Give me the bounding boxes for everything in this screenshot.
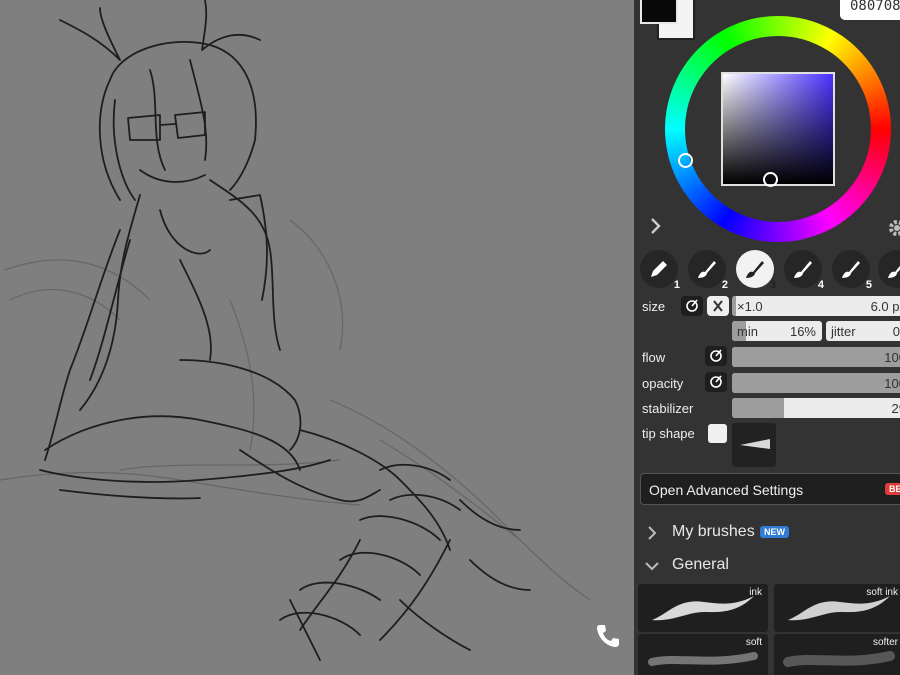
beta-badge: BETA — [885, 483, 900, 495]
brush-slot-6[interactable] — [878, 250, 900, 288]
brush-card-soft-ink[interactable]: soft ink — [774, 584, 900, 632]
pencil-icon — [651, 261, 667, 277]
brush-icon — [698, 261, 716, 278]
brush-name: soft ink — [866, 587, 898, 598]
brush-card-ink[interactable]: ink — [638, 584, 768, 632]
brush-slot-number: 3 — [769, 279, 776, 291]
brush-slot-number: 4 — [817, 279, 824, 291]
brush-slot-5[interactable]: 5 — [832, 250, 872, 291]
opacity-label: opacity — [642, 376, 684, 391]
min-label: min — [737, 324, 758, 339]
pressure-icon — [710, 375, 722, 388]
saturation-value-square[interactable] — [721, 72, 835, 186]
my-brushes-section-header[interactable]: My brushes NEW — [644, 522, 894, 544]
color-wheel[interactable] — [665, 16, 891, 242]
my-brushes-title: My brushes — [672, 523, 755, 540]
brush-name: ink — [749, 587, 762, 598]
flow-label: flow — [642, 350, 666, 365]
general-section-header[interactable]: General — [644, 555, 894, 577]
opacity-value: 100 — [884, 376, 900, 391]
open-advanced-settings-button[interactable]: Open Advanced Settings BETA — [640, 473, 900, 505]
brush-slot-number: 2 — [721, 279, 728, 291]
phone-icon[interactable] — [594, 622, 622, 650]
brush-card-softer[interactable]: softer — [774, 634, 900, 675]
flow-slider[interactable]: 100 — [732, 347, 900, 367]
brush-icon — [842, 261, 860, 278]
size-reset-button[interactable] — [707, 296, 729, 316]
size-slider[interactable]: ×1.0 6.0 px — [732, 296, 900, 316]
brush-slot-1[interactable]: 1 — [640, 250, 680, 291]
jitter-value: 0 — [892, 324, 900, 339]
brush-icon — [794, 261, 812, 278]
drawing-canvas[interactable] — [0, 0, 634, 675]
pressure-size-toggle[interactable] — [681, 296, 703, 316]
tip-shape-checkbox[interactable] — [708, 424, 727, 443]
stabilizer-label: stabilizer — [642, 401, 694, 416]
chevron-right-icon — [644, 525, 660, 541]
pressure-opacity-toggle[interactable] — [705, 372, 727, 392]
brush-card-soft[interactable]: soft — [638, 634, 768, 675]
brush-slot-2[interactable]: 2 — [688, 250, 728, 291]
brush-panel: 1 2 3 4 5 size — [634, 0, 900, 675]
gear-icon[interactable] — [887, 218, 900, 238]
pressure-flow-toggle[interactable] — [705, 346, 727, 366]
chevron-down-icon — [644, 558, 660, 574]
tip-shape-preview[interactable] — [732, 423, 776, 467]
min-slider[interactable]: min 16% — [732, 321, 822, 341]
brush-icon — [888, 265, 900, 278]
jitter-label: jitter — [831, 324, 856, 339]
brush-slot-4[interactable]: 4 — [784, 250, 824, 291]
tip-shape-label: tip shape — [642, 426, 695, 441]
chevron-right-icon[interactable] — [648, 216, 664, 236]
flow-value: 100 — [884, 350, 900, 365]
brush-icon — [746, 261, 764, 278]
new-badge: NEW — [760, 526, 789, 538]
brush-slot-3[interactable]: 3 — [736, 250, 776, 291]
sketch-drawing — [0, 0, 591, 661]
size-value: 6.0 px — [870, 299, 900, 314]
stabilizer-value: 29 — [891, 401, 900, 416]
sv-handle[interactable] — [763, 172, 778, 187]
brush-name: softer — [872, 637, 898, 648]
advanced-settings-label: Open Advanced Settings — [649, 482, 804, 498]
general-title: General — [672, 556, 729, 573]
size-label: size — [642, 299, 666, 314]
size-multiplier: ×1.0 — [737, 299, 763, 314]
opacity-slider[interactable]: 100 — [732, 373, 900, 393]
brush-name: soft — [745, 637, 762, 648]
pressure-icon — [686, 299, 698, 312]
hue-handle[interactable] — [678, 153, 693, 168]
jitter-slider[interactable]: jitter 0 — [826, 321, 900, 341]
close-icon — [713, 300, 723, 312]
stabilizer-slider[interactable]: 29 — [732, 398, 900, 418]
brush-slot-number: 5 — [865, 279, 872, 291]
brush-slot-number: 1 — [673, 279, 680, 291]
pressure-icon — [710, 349, 722, 362]
min-value: 16% — [789, 324, 816, 339]
